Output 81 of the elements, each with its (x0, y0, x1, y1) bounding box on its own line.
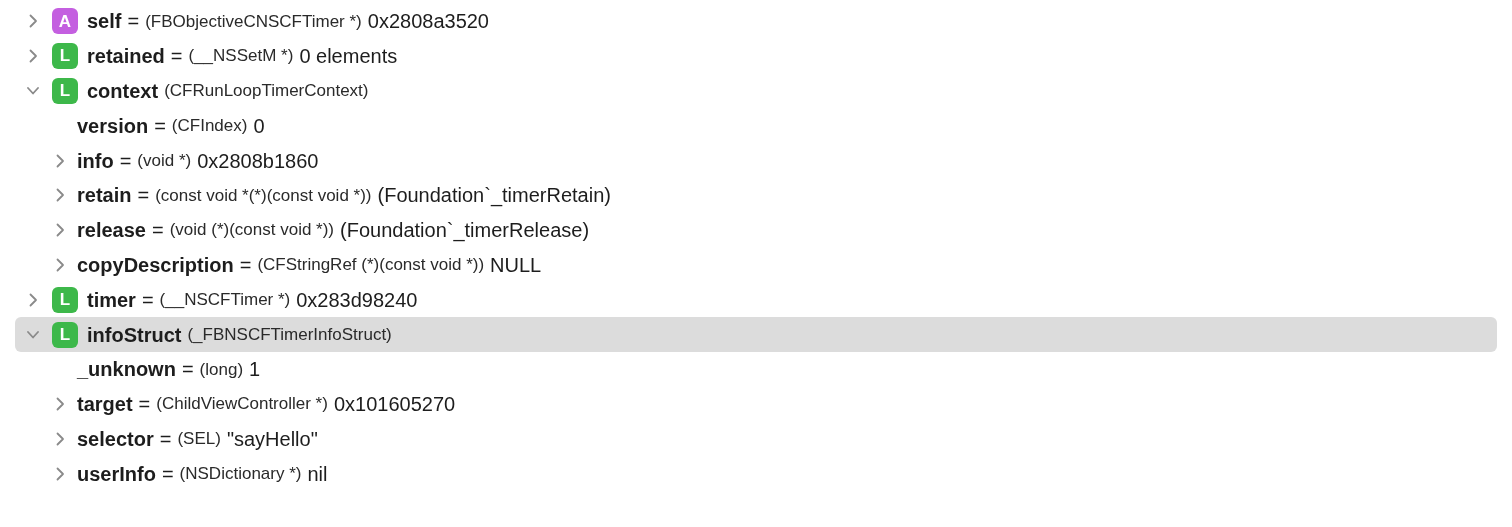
variable-row[interactable]: retain = (const void *(*)(const void *)) (Foundation`_timerRetain) (15, 178, 1497, 213)
variable-kind-badge: L (52, 321, 78, 348)
variable-type: (void *) (137, 149, 192, 172)
variable-name: copyDescription (77, 252, 234, 278)
variable-name: timer (87, 287, 136, 313)
variable-type: (ChildViewController *) (156, 393, 328, 416)
variable-name: target (77, 392, 133, 418)
equals-sign: = (181, 357, 194, 383)
variable-name: info (77, 148, 114, 174)
variable-row[interactable]: info = (void *) 0x2808b1860 (15, 143, 1497, 178)
equals-sign: = (127, 9, 140, 35)
variable-name: version (77, 113, 149, 139)
chevron-icon[interactable] (54, 397, 66, 412)
variable-type: (__NSSetM *) (188, 45, 294, 68)
variable-name: retain (77, 183, 132, 209)
variable-name: userInfo (77, 461, 156, 487)
variable-type: (NSDictionary *) (179, 463, 302, 485)
chevron-icon[interactable] (54, 257, 66, 272)
variable-row[interactable]: A self = (FBObjectiveCNSCFTimer *) 0x2808a3520 (15, 4, 1497, 39)
variable-type: (SEL) (177, 428, 221, 451)
variable-name: context (87, 79, 159, 104)
variable-value: 0x2808b1860 (197, 148, 319, 174)
equals-sign: = (159, 426, 172, 452)
chevron-icon[interactable] (27, 292, 39, 307)
chevron-icon[interactable] (27, 49, 39, 64)
variable-type: (CFRunLoopTimerContext) (164, 80, 369, 103)
variable-kind-badge: A (52, 8, 78, 35)
variable-name: _unknown (77, 357, 176, 383)
equals-sign: = (239, 252, 252, 278)
equals-sign: = (170, 44, 183, 70)
variable-row[interactable]: target = (ChildViewController *) 0x101605270 (15, 386, 1497, 422)
variable-type: (__NSCFTimer *) (159, 289, 291, 311)
variable-name: release (77, 218, 146, 244)
equals-sign: = (119, 148, 132, 174)
variable-kind-badge: L (52, 286, 78, 313)
variable-value: 0 elements (299, 44, 398, 70)
variable-type: (long) (199, 358, 244, 381)
variable-row[interactable]: userInfo = (NSDictionary *) nil (15, 456, 1497, 492)
variable-type: (const void *(*)(const void *)) (155, 184, 372, 207)
variable-name: self (87, 9, 122, 35)
variable-row[interactable]: version = (CFIndex) 0 (15, 108, 1497, 144)
variable-name: selector (77, 426, 154, 452)
variable-kind-badge: L (52, 78, 78, 104)
chevron-icon[interactable] (54, 153, 66, 168)
variable-row[interactable]: _unknown = (long) 1 (15, 351, 1497, 387)
variable-type: (CFStringRef (*)(const void *)) (257, 254, 485, 277)
variable-row[interactable]: L retained = (__NSSetM *) 0 elements (15, 38, 1497, 74)
variable-value: nil (307, 461, 328, 487)
variable-row[interactable]: selector = (SEL) "sayHello" (15, 421, 1497, 457)
variable-type: (FBObjectiveCNSCFTimer *) (145, 10, 362, 33)
variable-value: 1 (249, 357, 261, 383)
variable-kind-badge: L (52, 43, 78, 70)
equals-sign: = (161, 461, 174, 487)
chevron-icon[interactable] (54, 466, 66, 481)
variable-row[interactable]: copyDescription = (CFStringRef (*)(const void *)) NULL (15, 247, 1497, 283)
variable-value: 0x101605270 (333, 392, 456, 418)
equals-sign: = (137, 183, 150, 209)
variable-value: 0x283d98240 (296, 287, 418, 313)
variable-row[interactable]: L context (CFRunLoopTimerContext) (15, 73, 1497, 109)
equals-sign: = (151, 218, 164, 244)
variable-value: 0 (253, 113, 265, 139)
variable-row[interactable]: L timer = (__NSCFTimer *) 0x283d98240 (15, 282, 1497, 318)
variable-type: (_FBNSCFTimerInfoStruct) (187, 323, 392, 346)
chevron-icon[interactable] (27, 14, 39, 29)
selected-row[interactable]: L infoStruct (_FBNSCFTimerInfoStruct) (15, 317, 1497, 352)
variable-value: "sayHello" (226, 426, 318, 452)
variable-value: (Foundation`_timerRetain) (377, 183, 611, 209)
variable-value: 0x2808a3520 (367, 9, 489, 35)
variable-row[interactable]: release = (void (*)(const void *)) (Foundation`_timerRelease) (15, 212, 1497, 248)
chevron-icon[interactable] (54, 223, 66, 238)
chevron-icon[interactable] (54, 188, 66, 203)
variable-value: NULL (490, 252, 542, 278)
variable-type: (CFIndex) (171, 115, 248, 138)
variable-name: infoStruct (87, 322, 182, 348)
chevron-icon[interactable] (54, 431, 66, 446)
equals-sign: = (138, 392, 151, 418)
variable-name: retained (87, 44, 165, 70)
variable-type: (void (*)(const void *)) (169, 219, 335, 242)
equals-sign: = (141, 287, 154, 313)
equals-sign: = (154, 113, 166, 139)
variable-value: (Foundation`_timerRelease) (340, 218, 590, 244)
